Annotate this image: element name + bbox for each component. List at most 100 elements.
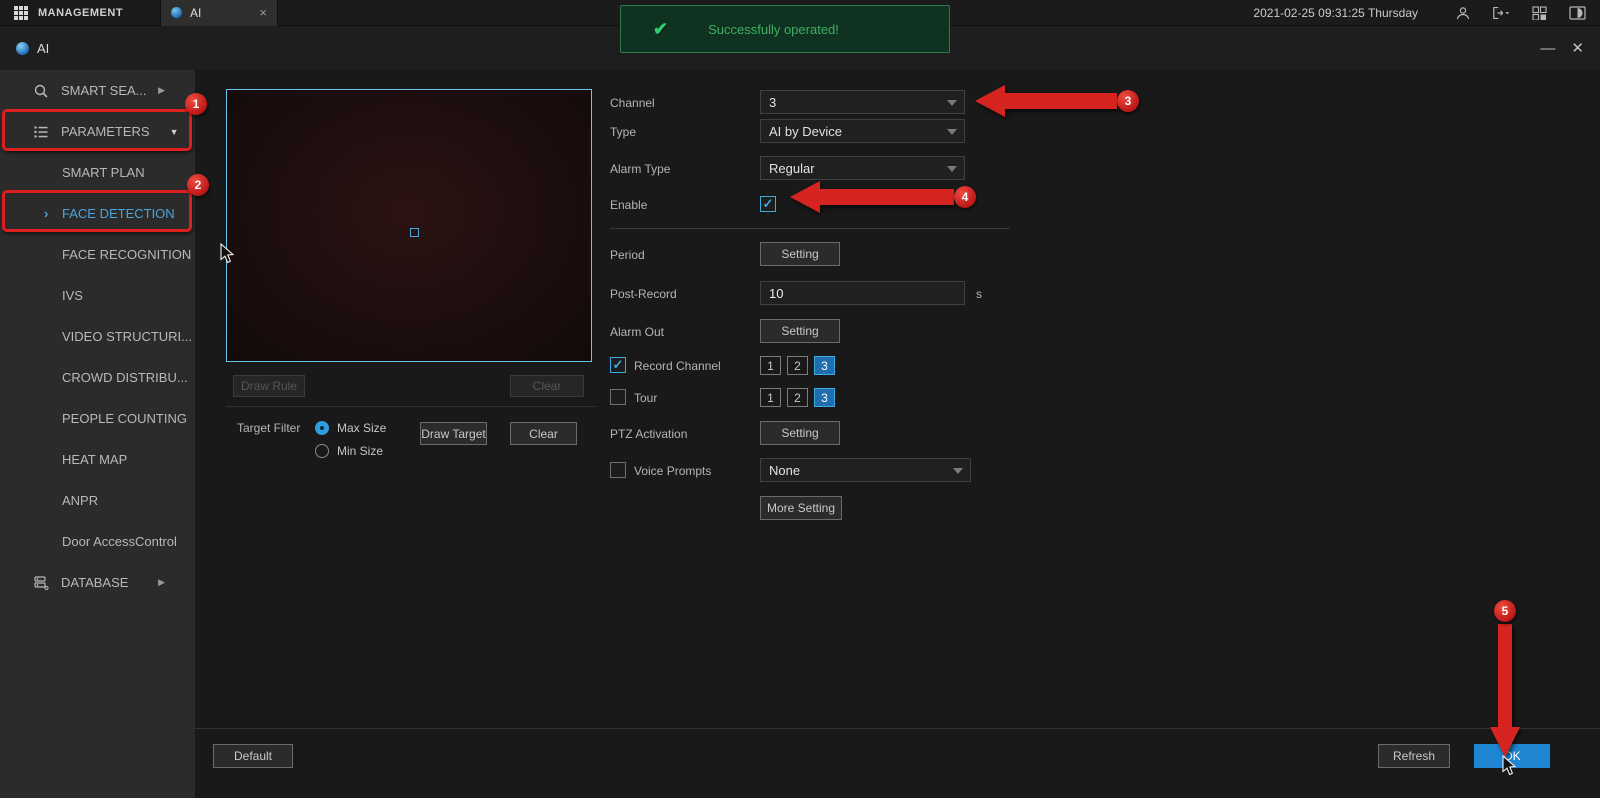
refresh-button[interactable]: Refresh <box>1378 744 1450 768</box>
sidebar-item-smart-plan[interactable]: SMART PLAN <box>0 152 195 193</box>
tab-ai[interactable]: AI × <box>160 0 278 26</box>
min-size-radio-row[interactable]: Min Size <box>315 444 383 458</box>
default-button[interactable]: Default <box>213 744 293 768</box>
voice-prompts-dropdown[interactable]: None <box>760 458 971 482</box>
ptz-setting-button[interactable]: Setting <box>760 421 840 445</box>
annotation-badge-1: 1 <box>185 93 207 115</box>
annotation-arrow-3 <box>975 85 1117 117</box>
sidebar-item-database[interactable]: DATABASE ▶ <box>0 562 195 603</box>
annotation-badge-4: 4 <box>954 186 976 208</box>
sidebar-item-label: HEAT MAP <box>62 452 127 467</box>
tour-channel-2-button[interactable]: 2 <box>787 388 808 407</box>
close-icon[interactable]: ✕ <box>1571 41 1584 56</box>
tour-channel-1-button[interactable]: 1 <box>760 388 781 407</box>
channel-value: 3 <box>769 95 776 110</box>
draw-target-button[interactable]: Draw Target <box>420 422 487 445</box>
main-content: Draw Rule Clear Target Filter Max Size M… <box>195 70 1600 798</box>
enable-checkbox[interactable]: ✓ <box>760 196 776 212</box>
dropdown-arrow-icon <box>947 129 957 135</box>
video-preview[interactable] <box>226 89 592 362</box>
alarm-out-setting-button[interactable]: Setting <box>760 319 840 343</box>
sidebar-item-label: PEOPLE COUNTING <box>62 411 187 426</box>
target-size-box[interactable] <box>410 228 419 237</box>
management-label: MANAGEMENT <box>38 7 123 19</box>
record-channel-2-button[interactable]: 2 <box>787 356 808 375</box>
type-dropdown[interactable]: AI by Device <box>760 119 965 143</box>
period-label: Period <box>610 248 645 262</box>
annotation-badge-2: 2 <box>187 174 209 196</box>
draw-rule-button[interactable]: Draw Rule <box>233 375 305 397</box>
ptz-activation-label: PTZ Activation <box>610 427 687 441</box>
channel-label: Channel <box>610 96 655 110</box>
enable-label: Enable <box>610 198 647 212</box>
sidebar-item-label: VIDEO STRUCTURI... <box>62 329 192 344</box>
display-icon[interactable] <box>1568 5 1586 21</box>
record-channel-checkbox[interactable]: ✓ <box>610 357 626 373</box>
sidebar-item-label: DATABASE <box>61 575 128 590</box>
record-channel-buttons: 1 2 3 <box>760 356 835 375</box>
user-icon[interactable] <box>1454 5 1472 21</box>
smart-search-icon <box>32 82 49 99</box>
max-size-radio[interactable] <box>315 421 329 435</box>
sidebar-item-anpr[interactable]: ANPR <box>0 480 195 521</box>
window-title: AI <box>37 41 49 56</box>
app-window: MANAGEMENT AI × 2021-02-25 09:31:25 Thur… <box>0 0 1600 798</box>
record-channel-3-button[interactable]: 3 <box>814 356 835 375</box>
sidebar-item-video-structuring[interactable]: VIDEO STRUCTURI... <box>0 316 195 357</box>
ai-tab-icon <box>171 7 182 18</box>
sidebar-item-label: SMART SEA... <box>61 83 147 98</box>
voice-prompts-label: Voice Prompts <box>634 464 711 478</box>
datetime-display: 2021-02-25 09:31:25 Thursday <box>1253 6 1418 20</box>
annotation-rect-parameters <box>2 109 192 151</box>
annotation-badge-5: 5 <box>1494 600 1516 622</box>
tour-checkbox[interactable] <box>610 389 626 405</box>
period-setting-button[interactable]: Setting <box>760 242 840 266</box>
alarm-type-label: Alarm Type <box>610 162 670 176</box>
screen-split-icon[interactable] <box>1530 5 1548 21</box>
clear-rule-button[interactable]: Clear <box>510 375 584 397</box>
voice-prompts-checkbox[interactable] <box>610 462 626 478</box>
toast-message: Successfully operated! <box>708 22 839 37</box>
mouse-cursor-ok <box>1502 755 1518 782</box>
annotation-arrow-4 <box>790 181 954 213</box>
sidebar-item-door-access-control[interactable]: Door AccessControl <box>0 521 195 562</box>
max-size-radio-row[interactable]: Max Size <box>315 421 386 435</box>
annotation-rect-face-detection <box>2 190 192 232</box>
min-size-radio[interactable] <box>315 444 329 458</box>
sidebar-item-people-counting[interactable]: PEOPLE COUNTING <box>0 398 195 439</box>
clear-target-button[interactable]: Clear <box>510 422 577 445</box>
ai-window-icon <box>16 42 29 55</box>
voice-prompts-value: None <box>769 463 800 478</box>
chevron-right-icon: ▶ <box>158 85 165 96</box>
alarm-type-dropdown[interactable]: Regular <box>760 156 965 180</box>
sidebar-item-heat-map[interactable]: HEAT MAP <box>0 439 195 480</box>
post-record-input[interactable]: 10 <box>760 281 965 305</box>
sidebar-item-face-recognition[interactable]: FACE RECOGNITION <box>0 234 195 275</box>
dropdown-arrow-icon <box>947 166 957 172</box>
sidebar-item-label: SMART PLAN <box>62 165 145 180</box>
record-channel-label: Record Channel <box>634 359 721 373</box>
channel-dropdown[interactable]: 3 <box>760 90 965 114</box>
mouse-cursor <box>220 243 236 270</box>
record-channel-1-button[interactable]: 1 <box>760 356 781 375</box>
preview-divider <box>226 406 597 407</box>
sidebar-item-ivs[interactable]: IVS <box>0 275 195 316</box>
min-size-label: Min Size <box>337 444 383 458</box>
apps-grid-icon <box>14 6 28 20</box>
more-setting-button[interactable]: More Setting <box>760 496 842 520</box>
sidebar-item-label: Door AccessControl <box>62 534 177 549</box>
sidebar-item-smart-search[interactable]: SMART SEA... ▶ <box>0 70 195 111</box>
success-check-icon: ✔ <box>653 19 668 40</box>
annotation-arrow-5 <box>1490 624 1520 757</box>
management-menu[interactable]: MANAGEMENT <box>0 0 160 26</box>
sidebar-item-label: ANPR <box>62 493 98 508</box>
minimize-icon[interactable]: — <box>1540 41 1555 56</box>
post-record-label: Post-Record <box>610 287 677 301</box>
type-value: AI by Device <box>769 124 842 139</box>
annotation-badge-3: 3 <box>1117 90 1139 112</box>
alarm-type-value: Regular <box>769 161 815 176</box>
sidebar-item-crowd-distribution[interactable]: CROWD DISTRIBU... <box>0 357 195 398</box>
logout-icon[interactable] <box>1492 5 1510 21</box>
tab-close-icon[interactable]: × <box>259 5 267 20</box>
tour-channel-3-button[interactable]: 3 <box>814 388 835 407</box>
